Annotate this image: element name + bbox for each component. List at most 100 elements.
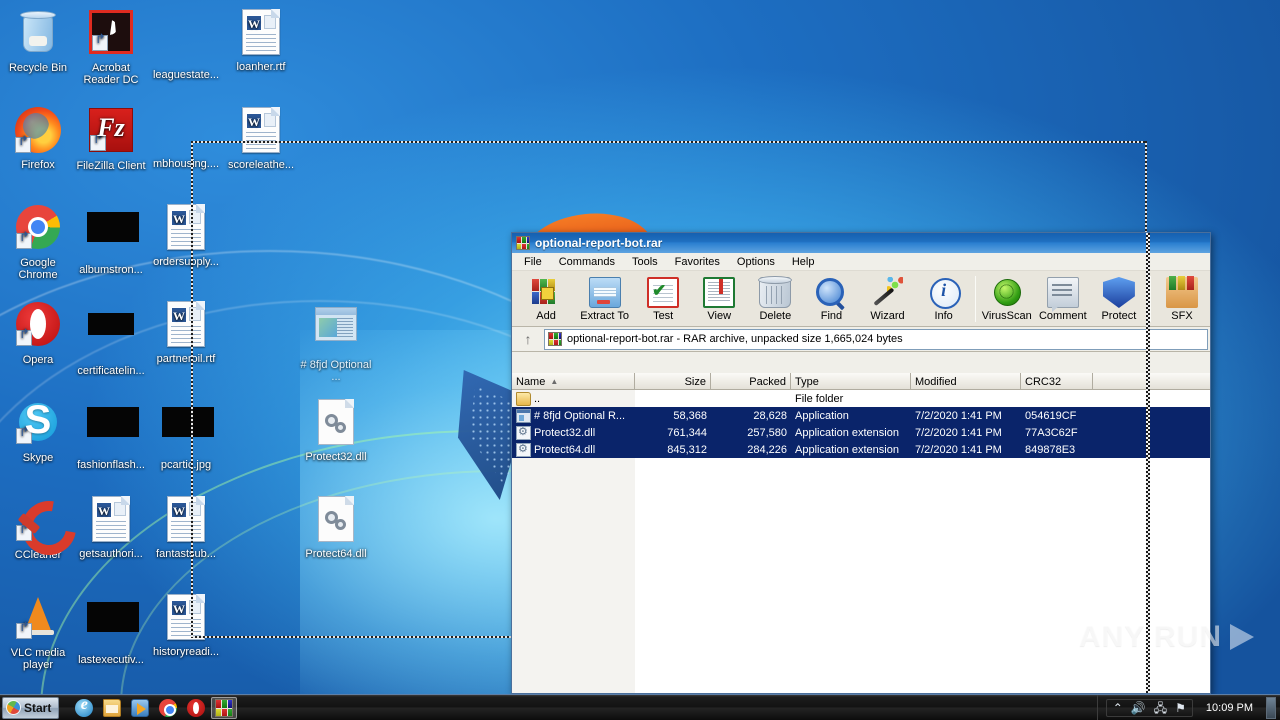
cell-type: File folder (795, 392, 844, 405)
toolbar-button-test[interactable]: Test (635, 274, 691, 326)
menu-item-help[interactable]: Help (792, 256, 815, 268)
menu-item-file[interactable]: File (524, 256, 542, 268)
toolbar-button-info[interactable]: Info (916, 274, 972, 326)
toolbar[interactable]: Add Extract To Test View Delete Find Wiz… (512, 271, 1210, 327)
table-row[interactable]: Protect32.dll 761,344 257,580 Applicatio… (512, 424, 1210, 441)
file-list-header[interactable]: Name ▲ Size Packed Type Modified CRC32 (512, 373, 1210, 390)
table-row[interactable]: Protect64.dll 845,312 284,226 Applicatio… (512, 441, 1210, 458)
desktop-icon-acrobat-reader-dc[interactable]: Acrobat Reader DC (73, 8, 149, 86)
table-row[interactable]: .. File folder (512, 390, 1210, 407)
desktop-icon-lastexecutiv[interactable]: lastexecutiv... (73, 593, 149, 666)
winrar-window[interactable]: optional-report-bot.rar File Commands To… (511, 232, 1211, 694)
column-header-modified[interactable]: Modified (911, 373, 1021, 389)
toolbar-button-label: Delete (759, 310, 792, 322)
desktop-icon-ccleaner[interactable]: CCleaner (0, 495, 76, 561)
desktop-icon-pcartic-jpg[interactable]: pcartic.jpg (148, 398, 224, 471)
desktop-icon-loanher-rtf[interactable]: W loanher.rtf (223, 8, 299, 73)
archive-path-field[interactable]: optional-report-bot.rar - RAR archive, u… (544, 328, 1208, 350)
application-icon (516, 408, 531, 423)
desktop-icon-firefox[interactable]: Firefox (0, 106, 76, 171)
file-list[interactable]: Name ▲ Size Packed Type Modified CRC32 .… (512, 373, 1210, 693)
quick-launch-bar[interactable] (71, 696, 238, 719)
menu-item-favorites[interactable]: Favorites (675, 256, 720, 268)
desktop-icon-scoreleathe[interactable]: W scoreleathe... (223, 106, 299, 171)
desktop-icon-getsauthori[interactable]: W getsauthori... (73, 495, 149, 560)
taskbar-item-winrar[interactable] (211, 696, 238, 719)
network-icon[interactable]: 🖧 (1154, 702, 1167, 714)
toolbar-button-extract-to[interactable]: Extract To (574, 274, 635, 326)
start-button[interactable]: Start (2, 696, 60, 719)
desktop-icon-filezilla-client[interactable]: FileZilla Client (73, 106, 149, 172)
toolbar-button-find[interactable]: Find (803, 274, 859, 326)
address-bar[interactable]: ↑ optional-report-bot.rar - RAR archive,… (512, 327, 1210, 352)
up-arrow-icon[interactable]: ↑ (514, 329, 542, 350)
desktop-icon-protect64-dll[interactable]: Protect64.dll (298, 495, 374, 560)
toolbar-button-label: Wizard (870, 310, 905, 322)
taskbar-clock[interactable]: 10:09 PM (1206, 702, 1253, 714)
toolbar-button-protect[interactable]: Protect (1091, 274, 1147, 326)
toolbar-button-sfx[interactable]: SFX (1154, 274, 1210, 326)
menu-item-options[interactable]: Options (737, 256, 775, 268)
desktop-icon-leaguestate[interactable]: leaguestate... (148, 8, 224, 81)
toolbar-button-label: SFX (1171, 310, 1193, 322)
cell-size: 845,312 (667, 443, 707, 456)
taskbar-item-windows-explorer[interactable] (99, 697, 125, 719)
toolbar-button-wizard[interactable]: Wizard (859, 274, 915, 326)
file-list-rows[interactable]: .. File folder # 8fjd Optional R... 58,3… (512, 390, 1210, 458)
toolbar-button-label: VirusScan (981, 310, 1032, 322)
desktop-icon-historyreadi[interactable]: W historyreadi... (148, 593, 224, 658)
menu-bar[interactable]: File Commands Tools Favorites Options He… (512, 253, 1210, 271)
window-resize-hatch[interactable] (1146, 233, 1150, 693)
desktop-icon-opera[interactable]: Opera (0, 300, 76, 366)
filezilla-icon (87, 108, 135, 156)
cell-packed: 284,226 (747, 443, 787, 456)
column-header-packed[interactable]: Packed (711, 373, 791, 389)
taskbar-item-google-chrome[interactable] (155, 697, 181, 719)
volume-icon[interactable]: 🔊 (1131, 702, 1146, 714)
desktop-icon-label: lastexecutiv... (78, 654, 144, 666)
test-icon (647, 277, 680, 308)
toolbar-button-virusscan[interactable]: VirusScan (979, 274, 1035, 326)
table-row[interactable]: # 8fjd Optional R... 58,368 28,628 Appli… (512, 407, 1210, 424)
column-header-type[interactable]: Type (791, 373, 911, 389)
desktop-icon-certificatelin[interactable]: certificatelin... (73, 300, 149, 377)
desktop-icon-google-chrome[interactable]: Google Chrome (0, 203, 76, 281)
word-document-icon: W (162, 301, 210, 349)
desktop-icon-fantastsub[interactable]: W fantastsub... (148, 495, 224, 560)
toolbar-button-view[interactable]: View (691, 274, 747, 326)
taskbar-item-windows-media-player[interactable] (127, 697, 153, 719)
taskbar[interactable]: Start ⌃ 🔊 🖧 ⚑ 10:09 PM (0, 694, 1280, 720)
word-document-icon: W (237, 9, 285, 57)
taskbar-item-internet-explorer[interactable] (71, 696, 97, 719)
desktop-icon-skype[interactable]: Skype (0, 398, 76, 464)
show-hidden-icons-icon[interactable]: ⌃ (1113, 702, 1123, 714)
window-title-bar[interactable]: optional-report-bot.rar (512, 233, 1210, 253)
menu-item-tools[interactable]: Tools (632, 256, 658, 268)
desktop-icon-partneroil-rtf[interactable]: W partneroil.rtf (148, 300, 224, 365)
menu-item-commands[interactable]: Commands (559, 256, 615, 268)
desktop-icon-mbhousing[interactable]: mbhousing.... (148, 106, 224, 170)
desktop-icon-protect32-dll[interactable]: Protect32.dll (298, 398, 374, 463)
recycle-bin-icon (14, 10, 62, 58)
column-header-name[interactable]: Name ▲ (512, 373, 635, 389)
action-center-flag-icon[interactable]: ⚑ (1175, 702, 1186, 714)
tray-icons-group[interactable]: ⌃ 🔊 🖧 ⚑ (1105, 698, 1193, 717)
column-header-size[interactable]: Size (635, 373, 711, 389)
toolbar-button-comment[interactable]: Comment (1035, 274, 1091, 326)
taskbar-item-opera[interactable] (183, 697, 209, 719)
toolbar-button-delete[interactable]: Delete (747, 274, 803, 326)
desktop-icon-ordersupply[interactable]: W ordersupply... (148, 203, 224, 268)
skype-icon (14, 398, 62, 448)
desktop-icon-recycle-bin[interactable]: Recycle Bin (0, 8, 76, 74)
cell-modified: 7/2/2020 1:41 PM (915, 426, 1002, 439)
info-icon (928, 277, 961, 309)
column-header-crc32[interactable]: CRC32 (1021, 373, 1093, 389)
desktop-icon-albumstron[interactable]: albumstron... (73, 203, 149, 276)
desktop-icon-8fjd-optional[interactable]: # 8fjd Optional ... (298, 300, 374, 383)
redacted-thumbnail-icon (162, 106, 210, 154)
system-tray[interactable]: ⌃ 🔊 🖧 ⚑ 10:09 PM (1096, 694, 1280, 720)
toolbar-button-add[interactable]: Add (518, 274, 574, 326)
show-desktop-button[interactable] (1266, 696, 1276, 719)
desktop-icon-fashionflash[interactable]: fashionflash... (73, 398, 149, 471)
desktop-icon-vlc-media-player[interactable]: VLC media player (0, 593, 76, 671)
